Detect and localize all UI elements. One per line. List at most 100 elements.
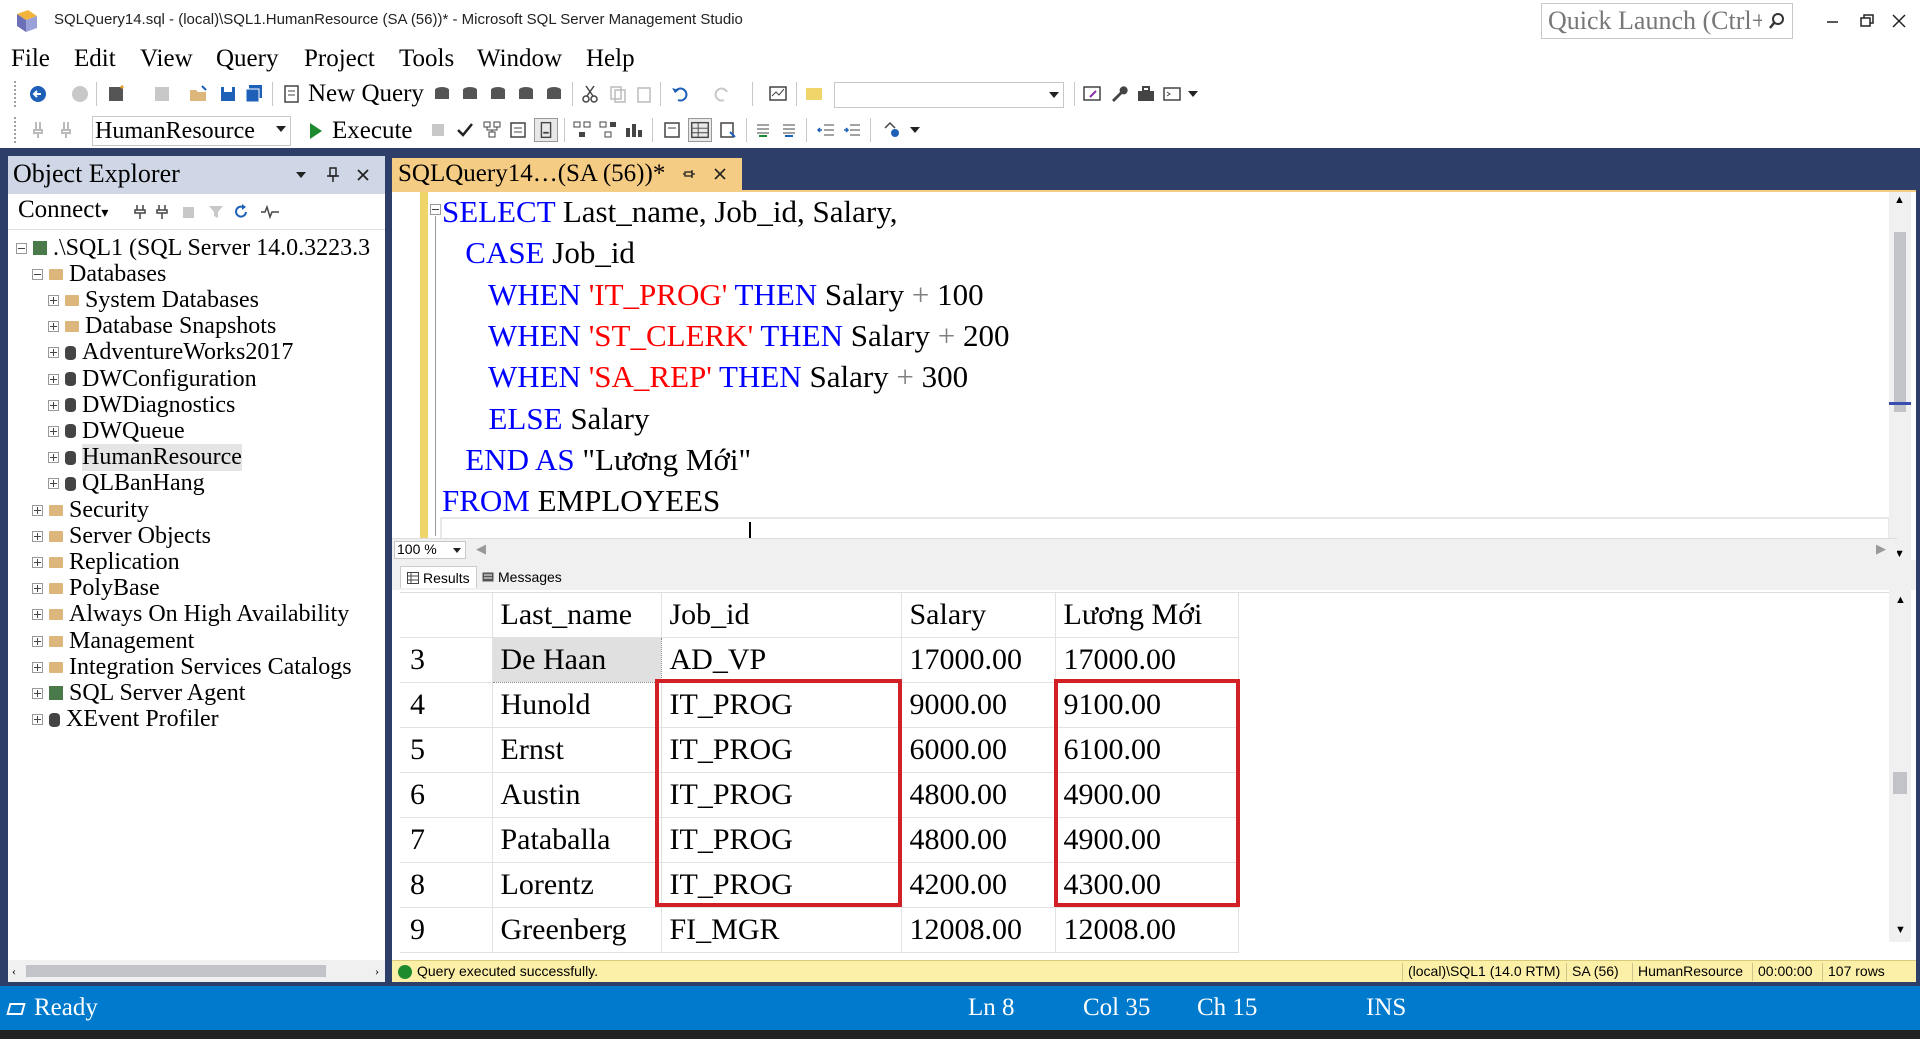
expand-icon[interactable] [32,609,43,621]
properties-wrench-icon[interactable] [1108,84,1128,104]
salary-cell[interactable]: 4200.00 [901,862,1056,908]
last-name-cell[interactable]: Ernst [492,727,662,773]
menu-query[interactable]: Query [216,42,278,76]
menu-edit[interactable]: Edit [74,42,116,76]
expand-icon[interactable] [48,373,59,385]
close-panel-icon[interactable] [356,168,370,182]
expand-icon[interactable] [48,347,59,359]
salary-cell[interactable]: 4800.00 [901,772,1056,818]
row-number-cell[interactable]: 8 [400,862,493,908]
row-number-header[interactable] [400,593,493,638]
disconnect-plug-icon[interactable] [154,204,170,220]
minimize-button[interactable] [1818,6,1848,36]
query-options-icon[interactable] [508,120,528,140]
decrease-indent-icon[interactable] [816,120,836,140]
connect-plug-icon[interactable] [132,204,148,220]
toolbar-gripper[interactable] [14,81,18,107]
comment-out-icon[interactable] [754,120,774,140]
toolbox-icon[interactable] [1136,84,1156,104]
menu-tools[interactable]: Tools [399,42,454,76]
window-position-dropdown-icon[interactable] [296,172,306,178]
expand-icon[interactable] [32,583,43,595]
menu-file[interactable]: File [11,42,50,76]
save-all-icon[interactable] [244,84,264,104]
expand-icon[interactable] [32,661,43,673]
menu-window[interactable]: Window [477,42,562,76]
tab-messages[interactable]: Messages [476,566,568,588]
expand-icon[interactable] [48,399,59,411]
last-name-cell[interactable]: Lorentz [492,862,662,908]
results-to-grid-icon[interactable] [688,118,712,142]
scroll-left-icon[interactable]: ‹ [12,965,16,977]
salary-cell[interactable]: 17000.00 [901,637,1056,683]
column-header-last-name[interactable]: Last_name [492,593,662,638]
client-statistics-icon[interactable] [624,120,644,140]
collapse-icon[interactable] [16,242,27,254]
menu-project[interactable]: Project [304,42,375,76]
scroll-down-icon[interactable]: ▼ [1895,924,1906,936]
close-tab-icon[interactable] [712,166,728,182]
save-icon[interactable] [218,84,238,104]
add-item-icon[interactable] [152,84,172,104]
template-explorer-icon[interactable] [1082,84,1102,104]
live-query-statistics-icon[interactable] [598,120,618,140]
parse-checkmark-icon[interactable] [455,120,475,140]
stop-icon[interactable] [432,124,444,136]
database-engine-query-icon[interactable] [432,84,452,104]
copy-icon[interactable] [608,84,628,104]
analysis-dax-query-icon[interactable] [544,84,564,104]
new-query-button[interactable]: New Query [278,80,424,108]
job-id-cell[interactable]: AD_VP [661,637,902,683]
salary-cell[interactable]: 6000.00 [901,727,1056,773]
scrollbar-thumb[interactable] [1894,232,1906,412]
luong-moi-cell[interactable]: 12008.00 [1055,907,1239,953]
scroll-up-icon[interactable]: ▲ [1894,194,1905,206]
pin-icon[interactable] [326,167,340,183]
expand-icon[interactable] [32,714,43,726]
filter-icon[interactable] [208,204,224,220]
refresh-icon[interactable] [232,203,250,221]
menu-view[interactable]: View [140,42,193,76]
expand-icon[interactable] [48,478,59,490]
column-header-salary[interactable]: Salary [901,593,1056,638]
results-to-text-icon[interactable] [662,120,682,140]
solution-configurations-icon[interactable] [804,84,824,104]
expand-icon[interactable] [32,530,43,542]
connect-dropdown-button[interactable]: Connect▾ [18,196,108,224]
results-to-file-icon[interactable] [718,120,738,140]
zoom-select[interactable]: 100 % [394,541,466,559]
paste-icon[interactable] [634,84,654,104]
connect-icon[interactable] [28,120,48,140]
intellisense-enabled-icon[interactable] [534,118,558,142]
close-window-button[interactable] [1884,6,1914,36]
scroll-up-icon[interactable]: ▲ [1895,594,1906,606]
tab-results[interactable]: Results [400,566,477,588]
expand-icon[interactable] [32,556,43,568]
redo-icon[interactable] [712,84,732,104]
luong-moi-cell[interactable]: 17000.00 [1055,637,1239,683]
activity-monitor-icon[interactable] [260,204,280,220]
command-window-icon[interactable] [1162,84,1182,104]
tab-sqlquery14[interactable]: SQLQuery14…(SA (56))* [392,158,742,192]
open-file-icon[interactable] [188,84,208,104]
salary-cell[interactable]: 9000.00 [901,682,1056,728]
expand-icon[interactable] [48,294,59,306]
salary-cell[interactable]: 4800.00 [901,817,1056,863]
specify-template-values-icon[interactable] [882,120,902,140]
scrollbar-thumb[interactable] [1893,772,1907,794]
table-row[interactable]: 3 De Haan AD_VP 17000.00 17000.00 [400,636,1239,683]
collapse-outline-icon[interactable] [430,204,441,215]
row-number-cell[interactable]: 3 [400,637,493,683]
quick-launch-input[interactable] [1542,4,1762,38]
menu-help[interactable]: Help [586,42,635,76]
row-number-cell[interactable]: 4 [400,682,493,728]
column-header-job-id[interactable]: Job_id [661,593,902,638]
analysis-mdx-query-icon[interactable] [460,84,480,104]
forward-icon[interactable] [70,84,90,104]
expand-icon[interactable] [48,452,59,464]
new-project-icon[interactable] [106,84,126,104]
scroll-left-icon[interactable]: ◀ [476,541,486,557]
row-number-cell[interactable]: 5 [400,727,493,773]
scroll-right-icon[interactable]: › [375,965,379,977]
scroll-right-icon[interactable]: ▶ [1876,541,1886,557]
